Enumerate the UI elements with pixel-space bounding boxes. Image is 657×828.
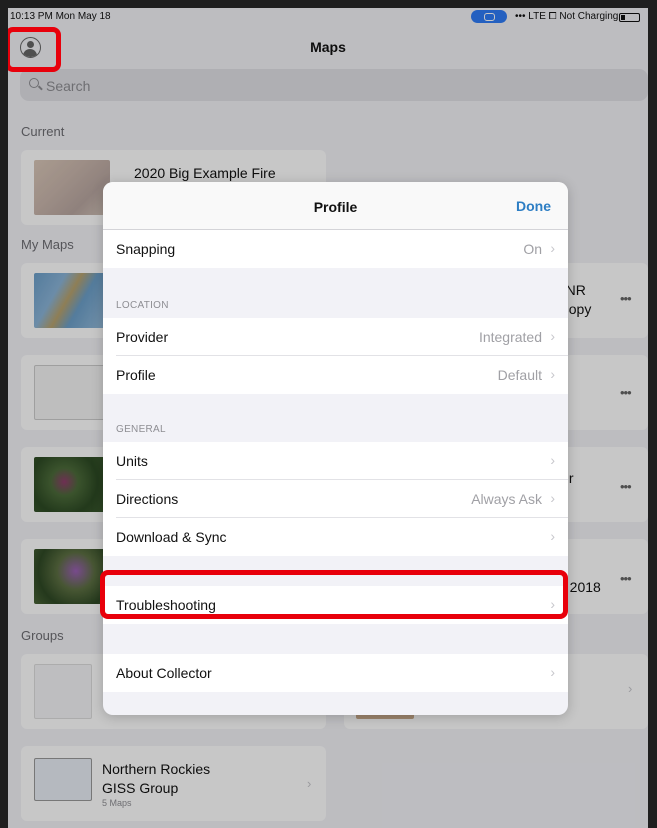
settings-row-download-sync[interactable]: Download & Sync › [103, 518, 568, 556]
row-label: Units [116, 453, 148, 469]
location-section-header: LOCATION [116, 300, 169, 311]
highlight-troubleshooting [100, 570, 568, 619]
chevron-right-icon: › [550, 528, 555, 544]
row-value: Always Ask [471, 491, 542, 507]
settings-row-snapping[interactable]: Snapping On › [103, 230, 568, 268]
chevron-right-icon: › [550, 328, 555, 344]
row-value: Integrated [478, 329, 542, 345]
highlight-profile-button [8, 27, 61, 72]
settings-row-directions[interactable]: Directions Always Ask › [103, 480, 568, 518]
settings-row-about-collector[interactable]: About Collector › [103, 654, 568, 692]
row-label: Provider [116, 329, 169, 345]
chevron-right-icon: › [550, 240, 555, 256]
row-label: About Collector [116, 665, 212, 681]
chevron-right-icon: › [550, 664, 555, 680]
profile-modal: Profile Done Snapping On › LOCATION Prov… [103, 182, 568, 715]
row-label: Download & Sync [116, 529, 227, 545]
row-label: Snapping [116, 241, 176, 257]
row-label: Profile [116, 367, 156, 383]
ipad-screen: 10:13 PM Mon May 18 ••• LTE ⧠ Not Chargi… [8, 8, 648, 828]
settings-row-profile[interactable]: Profile Default › [103, 356, 568, 394]
row-label: Directions [116, 491, 179, 507]
settings-row-provider[interactable]: Provider Integrated › [103, 318, 568, 356]
done-button[interactable]: Done [516, 198, 551, 214]
settings-row-units[interactable]: Units › [103, 442, 568, 480]
modal-header: Profile Done [103, 182, 568, 230]
modal-title: Profile [313, 199, 358, 215]
chevron-right-icon: › [550, 452, 555, 468]
row-value: On [523, 241, 542, 257]
chevron-right-icon: › [550, 366, 555, 382]
chevron-right-icon: › [550, 490, 555, 506]
general-section-header: GENERAL [116, 424, 166, 435]
row-value: Default [497, 367, 542, 383]
